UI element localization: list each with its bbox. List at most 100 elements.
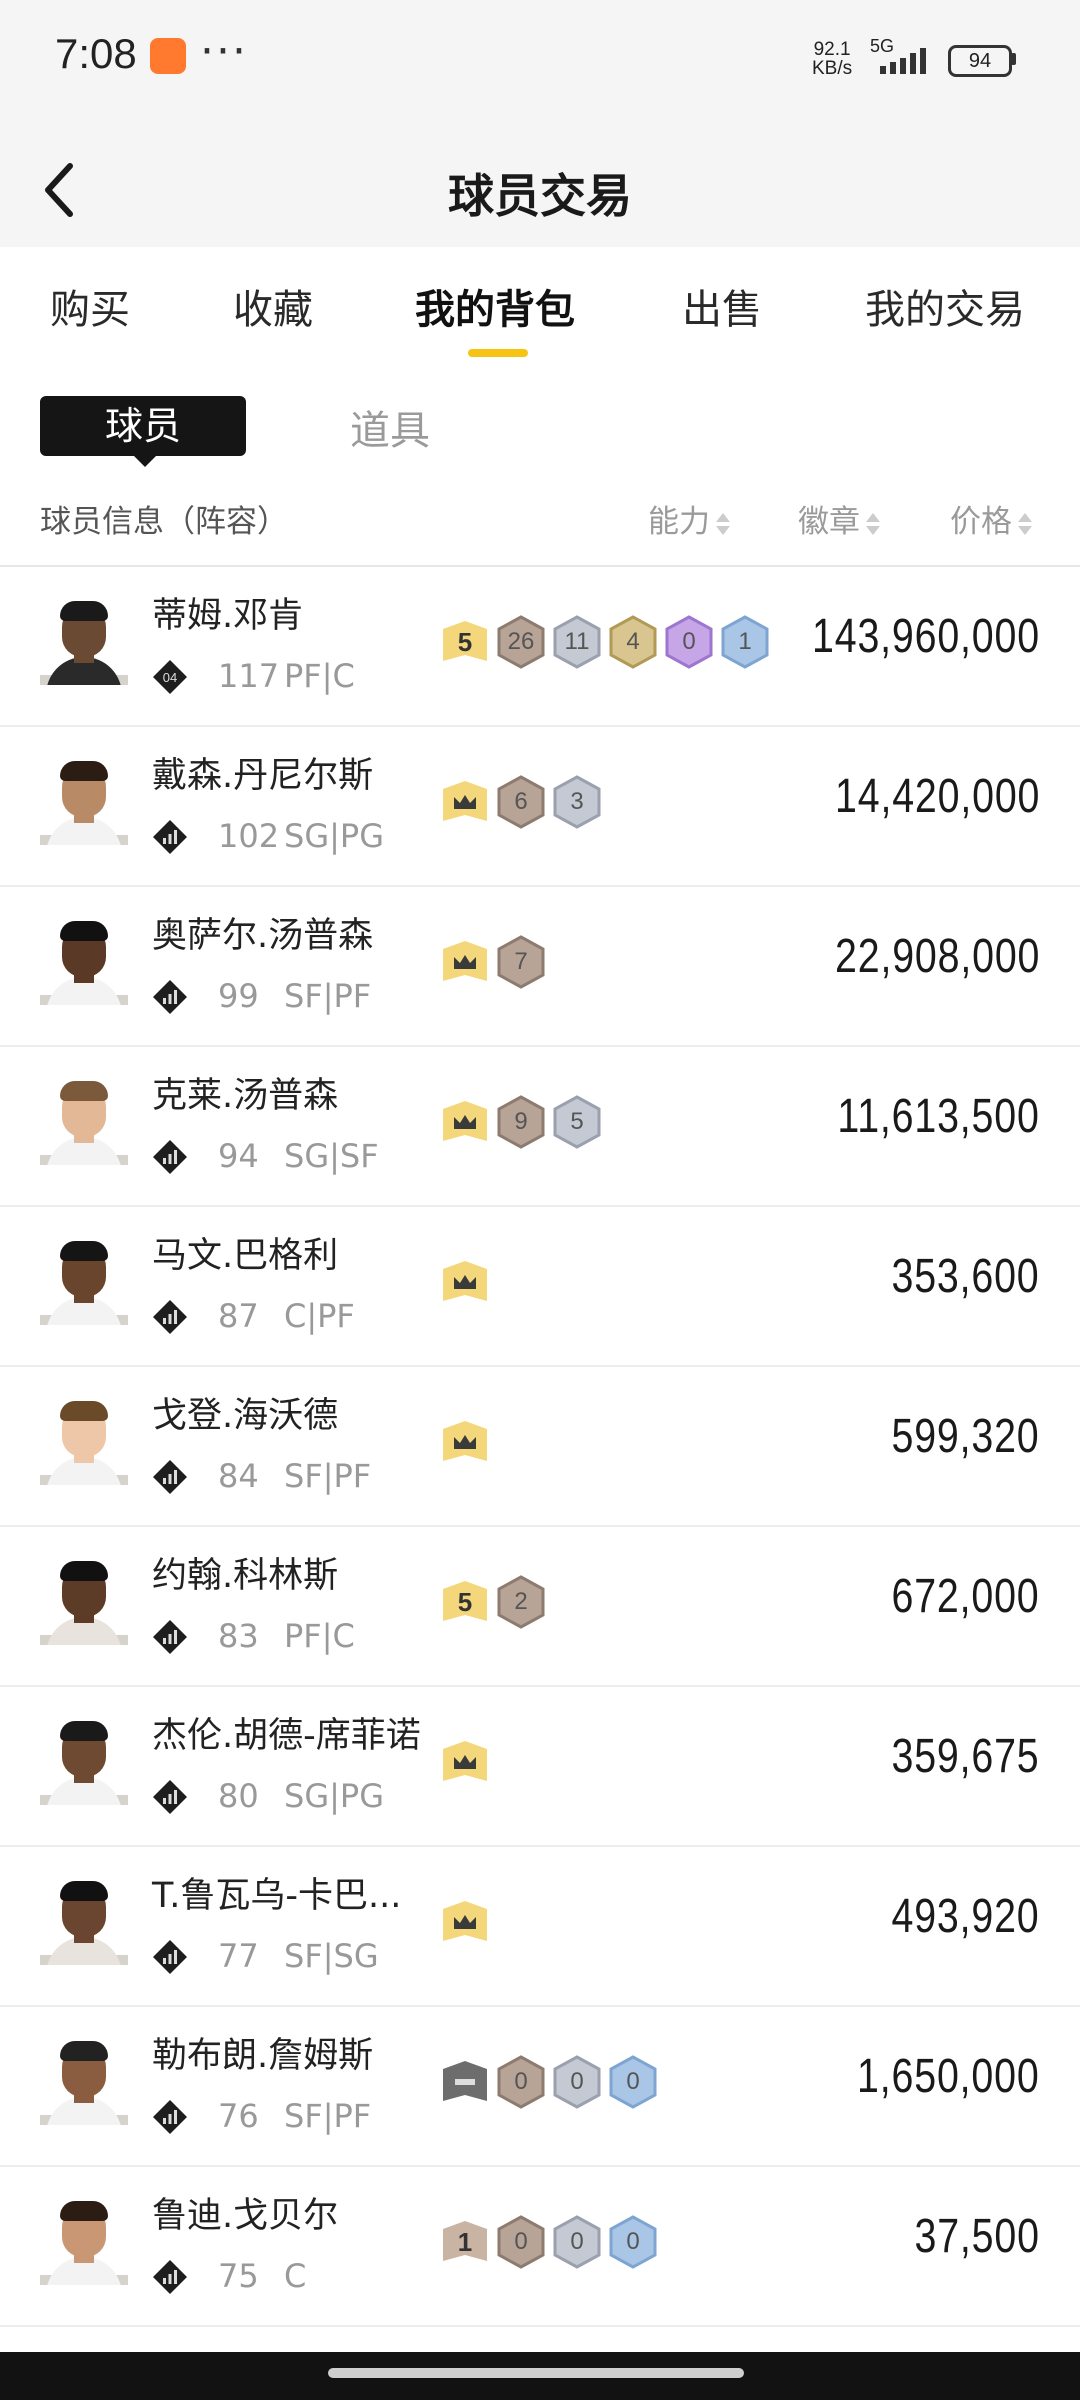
app-notification-icon bbox=[150, 38, 186, 74]
badge-count: 5 bbox=[457, 1587, 473, 1617]
player-row[interactable]: 戴森.丹尼尔斯 102 SG|PG 6 3 14,420,000 bbox=[0, 727, 1080, 887]
badge-count-icon: 0 bbox=[608, 2215, 658, 2269]
player-row[interactable]: 鲁迪.戈贝尔 75 C 1 0 0 0 37,500 bbox=[0, 2167, 1080, 2327]
player-avatar bbox=[40, 1075, 128, 1165]
sort-icon bbox=[1018, 511, 1032, 537]
ability-diamond-icon bbox=[153, 1460, 187, 1494]
player-avatar bbox=[40, 1555, 128, 1645]
badge-count: 5 bbox=[457, 627, 473, 657]
crown-badge-icon bbox=[440, 775, 490, 829]
badge-count: 1 bbox=[457, 2227, 473, 2257]
battery-tip bbox=[1011, 53, 1016, 65]
column-player-info: 球员信息（阵容） bbox=[40, 504, 288, 540]
badge-count-icon: 3 bbox=[552, 775, 602, 829]
player-name: 杰伦.胡德-席菲诺 bbox=[152, 1716, 421, 1756]
battery-icon: 94 bbox=[948, 45, 1012, 77]
level-badge-icon: 5 bbox=[440, 1575, 490, 1629]
badge-count: 7 bbox=[514, 948, 528, 975]
ability-diamond-icon bbox=[153, 980, 187, 1014]
badge-count: 3 bbox=[570, 788, 584, 815]
player-position: SF|PF bbox=[284, 977, 372, 1015]
player-name: T.鲁瓦乌-卡巴... bbox=[152, 1876, 402, 1916]
badge-count: 11 bbox=[564, 628, 590, 655]
crown-badge-icon bbox=[440, 1415, 490, 1469]
player-row[interactable]: T.鲁瓦乌-卡巴... 77 SF|SG 493,920 bbox=[0, 1847, 1080, 2007]
player-ability: 80 bbox=[218, 1777, 259, 1815]
badge-count-icon: 6 bbox=[496, 775, 546, 829]
player-name: 戈登.海沃德 bbox=[152, 1396, 339, 1436]
player-row[interactable]: 勒布朗.詹姆斯 76 SF|PF 0 0 0 1,650,000 bbox=[0, 2007, 1080, 2167]
status-bar: 7:08 ··· 92.1 KB/s 5G 94 bbox=[0, 0, 1080, 125]
level-badge-icon: 1 bbox=[440, 2215, 490, 2269]
badge-count-icon: 2 bbox=[496, 1575, 546, 1629]
tab-my-backpack[interactable]: 我的背包 bbox=[415, 277, 575, 335]
player-row[interactable]: 戈登.海沃德 84 SF|PF 599,320 bbox=[0, 1367, 1080, 1527]
player-row[interactable]: 杰伦.胡德-席菲诺 80 SG|PG 359,675 bbox=[0, 1687, 1080, 1847]
player-name: 蒂姆.邓肯 bbox=[152, 596, 304, 636]
badge-count-icon: 0 bbox=[664, 615, 714, 669]
badge-count-icon: 0 bbox=[496, 2215, 546, 2269]
crown-badge-icon bbox=[440, 1735, 490, 1789]
player-avatar bbox=[40, 915, 128, 1005]
player-price: 143,960,000 bbox=[812, 610, 1040, 663]
player-row[interactable]: 蒂姆.邓肯 04 117 PF|C 5 26 11 4 0 1 143,960,000 bbox=[0, 567, 1080, 727]
badge-count-icon: 0 bbox=[608, 2055, 658, 2109]
player-ability: 76 bbox=[218, 2097, 259, 2135]
player-price: 14,420,000 bbox=[834, 770, 1040, 823]
player-price: 672,000 bbox=[891, 1570, 1040, 1623]
player-name: 鲁迪.戈贝尔 bbox=[152, 2196, 339, 2236]
main-tabs: 购买 收藏 我的背包 出售 我的交易 bbox=[0, 247, 1080, 367]
badge-count: 4 bbox=[626, 628, 640, 655]
subtab-pointer bbox=[133, 455, 157, 467]
player-avatar bbox=[40, 1875, 128, 1965]
player-avatar bbox=[40, 2035, 128, 2125]
player-avatar bbox=[40, 1235, 128, 1325]
badge-count: 0 bbox=[570, 2228, 584, 2255]
column-price-sort[interactable]: 价格 bbox=[950, 496, 1032, 541]
tab-favorites[interactable]: 收藏 bbox=[233, 277, 313, 335]
subtab-props[interactable]: 道具 bbox=[350, 398, 430, 456]
column-badge-sort[interactable]: 徽章 bbox=[798, 496, 880, 541]
sort-icon bbox=[716, 511, 730, 537]
ability-diamond-icon bbox=[153, 2260, 187, 2294]
network-type: 5G bbox=[870, 36, 895, 56]
player-name: 奥萨尔.汤普森 bbox=[152, 916, 374, 956]
badge-count-icon: 1 bbox=[720, 615, 770, 669]
player-position: SG|SF bbox=[284, 1137, 379, 1175]
ability-diamond-icon bbox=[153, 820, 187, 854]
player-row[interactable]: 克莱.汤普森 94 SG|SF 9 5 11,613,500 bbox=[0, 1047, 1080, 1207]
ability-diamond-icon bbox=[153, 1140, 187, 1174]
subtab-players[interactable]: 球员 bbox=[40, 396, 246, 456]
ability-diamond-icon: 04 bbox=[153, 660, 187, 694]
badge-count-icon: 0 bbox=[496, 2055, 546, 2109]
badge-count: 5 bbox=[570, 1108, 584, 1135]
player-name: 克莱.汤普森 bbox=[152, 1076, 339, 1116]
player-ability: 84 bbox=[218, 1457, 259, 1495]
player-name: 勒布朗.詹姆斯 bbox=[152, 2036, 374, 2076]
column-ability-sort[interactable]: 能力 bbox=[648, 496, 730, 541]
player-row[interactable]: 约翰.科林斯 83 PF|C 5 2 672,000 bbox=[0, 1527, 1080, 1687]
player-row[interactable]: 马文.巴格利 87 C|PF 353,600 bbox=[0, 1207, 1080, 1367]
badge-count: 0 bbox=[570, 2068, 584, 2095]
more-notifications-icon: ··· bbox=[200, 26, 248, 77]
badge-count-icon: 0 bbox=[552, 2215, 602, 2269]
ability-diamond-icon bbox=[153, 1300, 187, 1334]
badge-count: 2 bbox=[514, 1588, 528, 1615]
player-row[interactable]: 奥萨尔.汤普森 99 SF|PF 7 22,908,000 bbox=[0, 887, 1080, 1047]
badge-count: 0 bbox=[626, 2068, 640, 2095]
sort-icon bbox=[866, 511, 880, 537]
player-position: SG|PG bbox=[284, 1777, 384, 1815]
player-ability: 77 bbox=[218, 1937, 259, 1975]
badge-count-icon: 4 bbox=[608, 615, 658, 669]
tab-sell[interactable]: 出售 bbox=[682, 277, 762, 335]
tab-my-trades[interactable]: 我的交易 bbox=[865, 277, 1025, 335]
player-price: 11,613,500 bbox=[837, 1090, 1040, 1143]
player-avatar bbox=[40, 595, 128, 685]
player-position: PF|C bbox=[284, 657, 355, 695]
player-price: 22,908,000 bbox=[834, 930, 1040, 983]
player-price: 1,650,000 bbox=[857, 2050, 1040, 2103]
level-badge-icon bbox=[440, 2055, 490, 2109]
home-indicator[interactable] bbox=[328, 2368, 744, 2378]
tab-buy[interactable]: 购买 bbox=[50, 277, 130, 335]
player-avatar bbox=[40, 1395, 128, 1485]
